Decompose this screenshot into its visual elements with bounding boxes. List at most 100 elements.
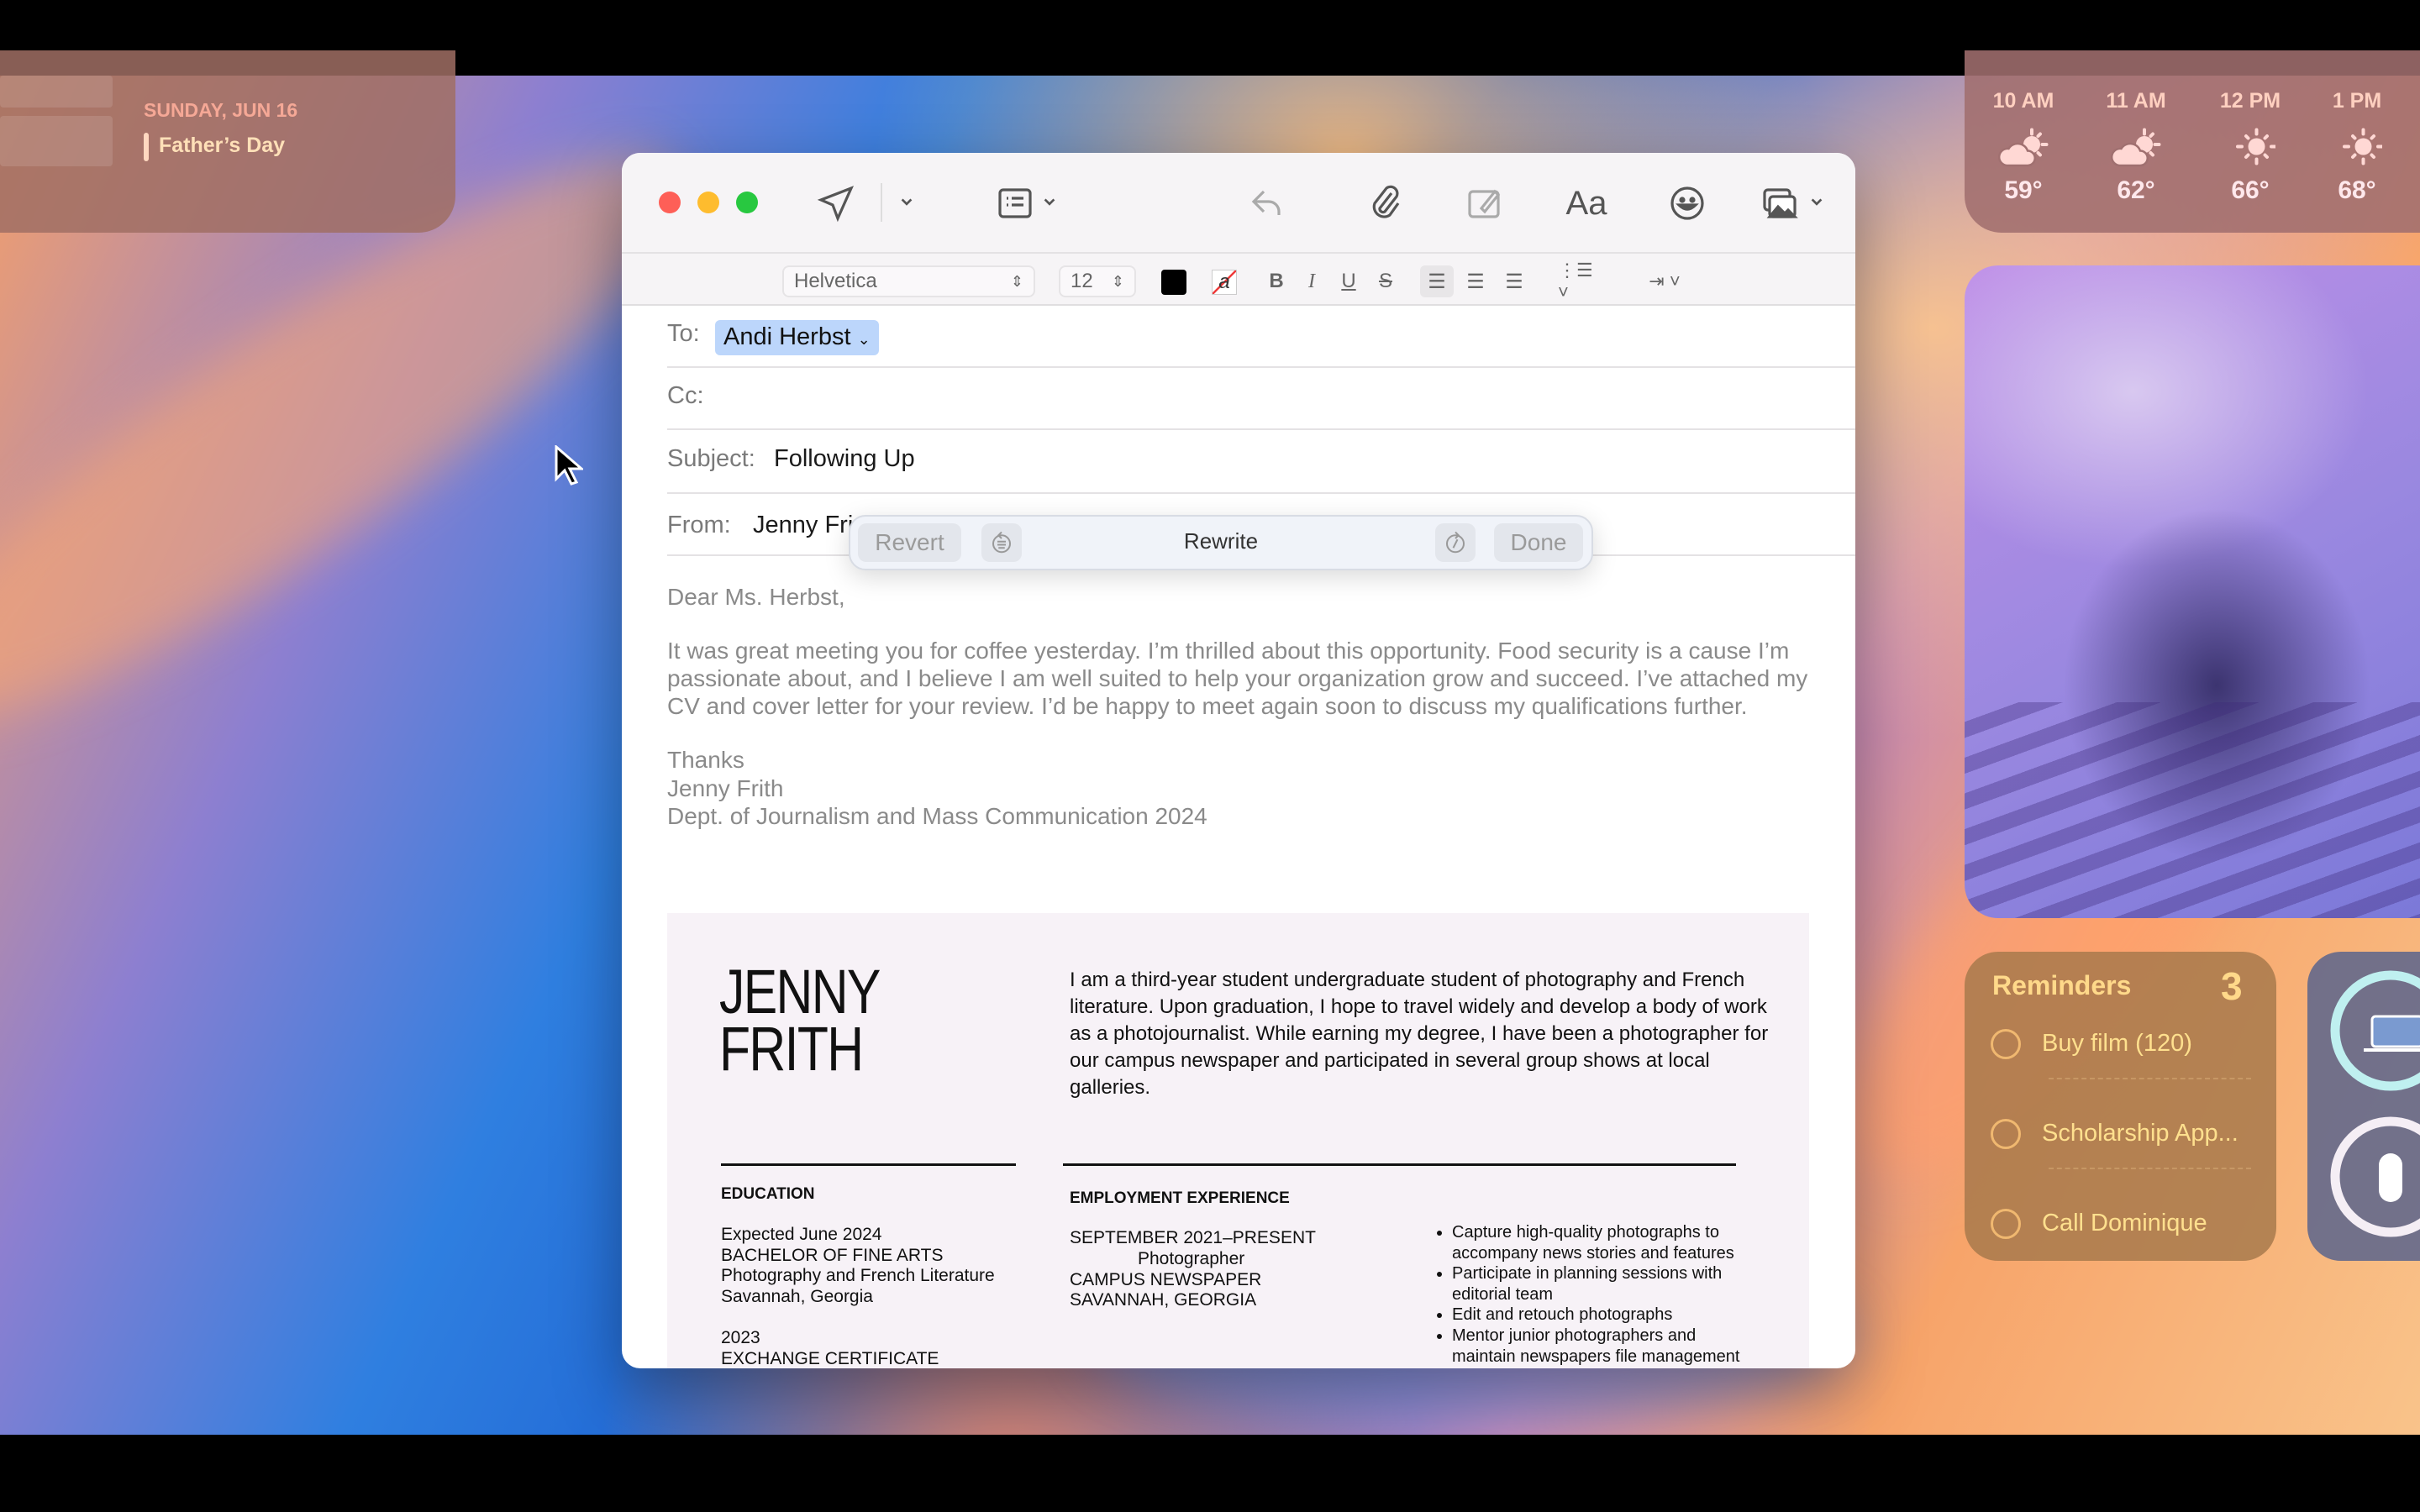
font-family-value: Helvetica: [794, 270, 877, 292]
education-line: 2023: [721, 1328, 760, 1347]
italic-button[interactable]: I: [1301, 265, 1323, 297]
calendar-tile: [0, 76, 113, 108]
employment-heading: EMPLOYMENT EXPERIENCE: [1070, 1189, 1290, 1207]
sun-icon: [2236, 128, 2275, 165]
resume-attachment[interactable]: JENNY FRITH I am a third-year student un…: [667, 913, 1809, 1368]
job-bullet: Capture high-quality photographs to acco…: [1452, 1222, 1746, 1263]
bold-button[interactable]: B: [1265, 265, 1287, 297]
cc-field[interactable]: [723, 373, 1815, 415]
divider: [2049, 1078, 2251, 1079]
list-button[interactable]: ⋮☰ ˅: [1558, 260, 1608, 302]
writing-tools-rewrite-bar: Revert Rewrite Done: [849, 515, 1593, 570]
background-color-swatch[interactable]: a: [1212, 270, 1237, 295]
subject-field[interactable]: Following Up: [774, 445, 915, 473]
weather-temp: 59°: [2004, 176, 2043, 204]
send-icon[interactable]: [816, 183, 856, 223]
photo-widget[interactable]: [1965, 265, 2420, 918]
rewrite-title: Rewrite: [1183, 528, 1259, 554]
reminder-checkbox[interactable]: [1991, 1209, 2021, 1239]
body-greeting[interactable]: Dear Ms. Herbst,: [667, 583, 1844, 611]
close-button[interactable]: [659, 192, 681, 213]
text-color-swatch[interactable]: [1161, 270, 1186, 295]
font-size-select[interactable]: 12 ⇕: [1059, 265, 1136, 297]
font-size-value: 12: [1071, 270, 1093, 292]
from-field[interactable]: Jenny Fri: [753, 512, 853, 539]
calendar-tile: [0, 116, 113, 166]
photo-browser-icon[interactable]: [1760, 183, 1800, 223]
job-bullet: Edit and retouch photographs: [1452, 1305, 1746, 1326]
weather-hour: 12 PM: [2219, 89, 2281, 113]
markup-icon[interactable]: [1465, 183, 1505, 223]
weather-hour: 1 PM: [2332, 89, 2382, 113]
align-center-button[interactable]: ☰: [1459, 265, 1492, 297]
calendar-widget[interactable]: SUNDAY, JUN 16 Father’s Day: [0, 50, 455, 233]
indent-button[interactable]: ⇥ ˅: [1644, 265, 1686, 297]
rewrite-again-icon[interactable]: [1435, 523, 1476, 562]
weather-temp: 62°: [2117, 176, 2155, 204]
job-org: CAMPUS NEWSPAPER: [1070, 1270, 1262, 1289]
zoom-button[interactable]: [736, 192, 758, 213]
weather-temp: 66°: [2231, 176, 2270, 204]
stepper-icon: ⇕: [1010, 272, 1023, 290]
toolbar-divider: [881, 183, 882, 222]
resume-name-last: FRITH: [719, 1014, 864, 1084]
reminder-item[interactable]: Buy film (120): [2042, 1030, 2192, 1058]
employment-rule: [1063, 1163, 1736, 1166]
reminder-item[interactable]: Call Dominique: [2042, 1210, 2207, 1237]
body-paragraph[interactable]: It was great meeting you for coffee yest…: [667, 637, 1835, 720]
reminders-title: Reminders: [1992, 970, 2132, 1000]
job-location: SAVANNAH, GEORGIA: [1070, 1290, 1257, 1310]
reminder-item[interactable]: Scholarship App...: [2042, 1120, 2238, 1147]
calendar-date-header: SUNDAY, JUN 16: [144, 99, 298, 121]
strikethrough-button[interactable]: S: [1375, 265, 1397, 297]
from-label: From:: [667, 512, 731, 538]
cc-label: Cc:: [667, 382, 704, 409]
mouse-cursor-icon: [555, 445, 583, 486]
laptop-icon: [2364, 1015, 2420, 1052]
align-right-button[interactable]: ☰: [1497, 265, 1531, 297]
attachment-icon[interactable]: [1365, 183, 1405, 223]
photo-chevron-icon[interactable]: [1809, 195, 1824, 210]
battery-rings: [2330, 970, 2420, 1237]
format-chevron-icon[interactable]: [1042, 195, 1057, 210]
calendar-event[interactable]: Father’s Day: [159, 134, 285, 158]
body-signature-name[interactable]: Jenny Frith: [667, 774, 1844, 802]
stepper-icon: ⇕: [1111, 272, 1124, 290]
done-button[interactable]: Done: [1494, 523, 1583, 562]
align-left-button[interactable]: ☰: [1420, 265, 1454, 297]
toolbar: Aa: [622, 153, 1855, 252]
education-line: BACHELOR OF FINE ARTS: [721, 1245, 944, 1265]
reminder-checkbox[interactable]: [1991, 1119, 2021, 1149]
batteries-widget[interactable]: [2307, 952, 2420, 1261]
reply-icon[interactable]: [1247, 183, 1287, 223]
format-list-icon[interactable]: [995, 183, 1035, 223]
to-value: Andi Herbst: [723, 323, 851, 350]
education-line: EXCHANGE CERTIFICATE: [721, 1348, 939, 1368]
minimize-button[interactable]: [697, 192, 719, 213]
reminders-widget[interactable]: Reminders 3 Buy film (120) Scholarship Ap…: [1965, 952, 2276, 1261]
weather-widget[interactable]: 10 AM 59° 11 AM 62° 12 PM 66° 1 PM 68°: [1965, 50, 2420, 233]
resume-name-first: JENNY: [719, 957, 881, 1026]
emoji-icon[interactable]: [1667, 183, 1707, 223]
mouse-battery-ring: [2330, 1116, 2420, 1237]
divider: [2049, 1168, 2251, 1169]
send-options-chevron-icon[interactable]: [899, 195, 914, 210]
education-heading: EDUCATION: [721, 1185, 815, 1203]
body-signature-dept[interactable]: Dept. of Journalism and Mass Communicati…: [667, 802, 1844, 830]
underline-button[interactable]: U: [1338, 265, 1360, 297]
body-signoff[interactable]: Thanks: [667, 746, 1844, 774]
mail-compose-window: Aa Helvetica ⇕ 12 ⇕ a B I U S ☰ ☰ ☰ ⋮☰ ˅ ⇥…: [622, 153, 1855, 1368]
education-line: Savannah, Georgia: [721, 1286, 873, 1306]
to-recipient-token[interactable]: Andi Herbst ⌄: [715, 320, 879, 355]
reminder-checkbox[interactable]: [1991, 1029, 2021, 1059]
font-family-select[interactable]: Helvetica ⇕: [782, 265, 1035, 297]
job-bullet: Participate in planning sessions with ed…: [1452, 1263, 1746, 1305]
resume-summary: I am a third-year student undergraduate …: [1070, 969, 1769, 1099]
weather-temp: 68°: [2338, 176, 2376, 204]
job-title: Photographer: [1138, 1249, 1245, 1268]
education-line: Expected June 2024: [721, 1225, 882, 1244]
education-rule: [721, 1163, 1016, 1166]
job-bullet: Mentor junior photographers and maintain…: [1452, 1326, 1746, 1367]
divider: [667, 428, 1855, 430]
font-icon[interactable]: Aa: [1566, 183, 1607, 223]
